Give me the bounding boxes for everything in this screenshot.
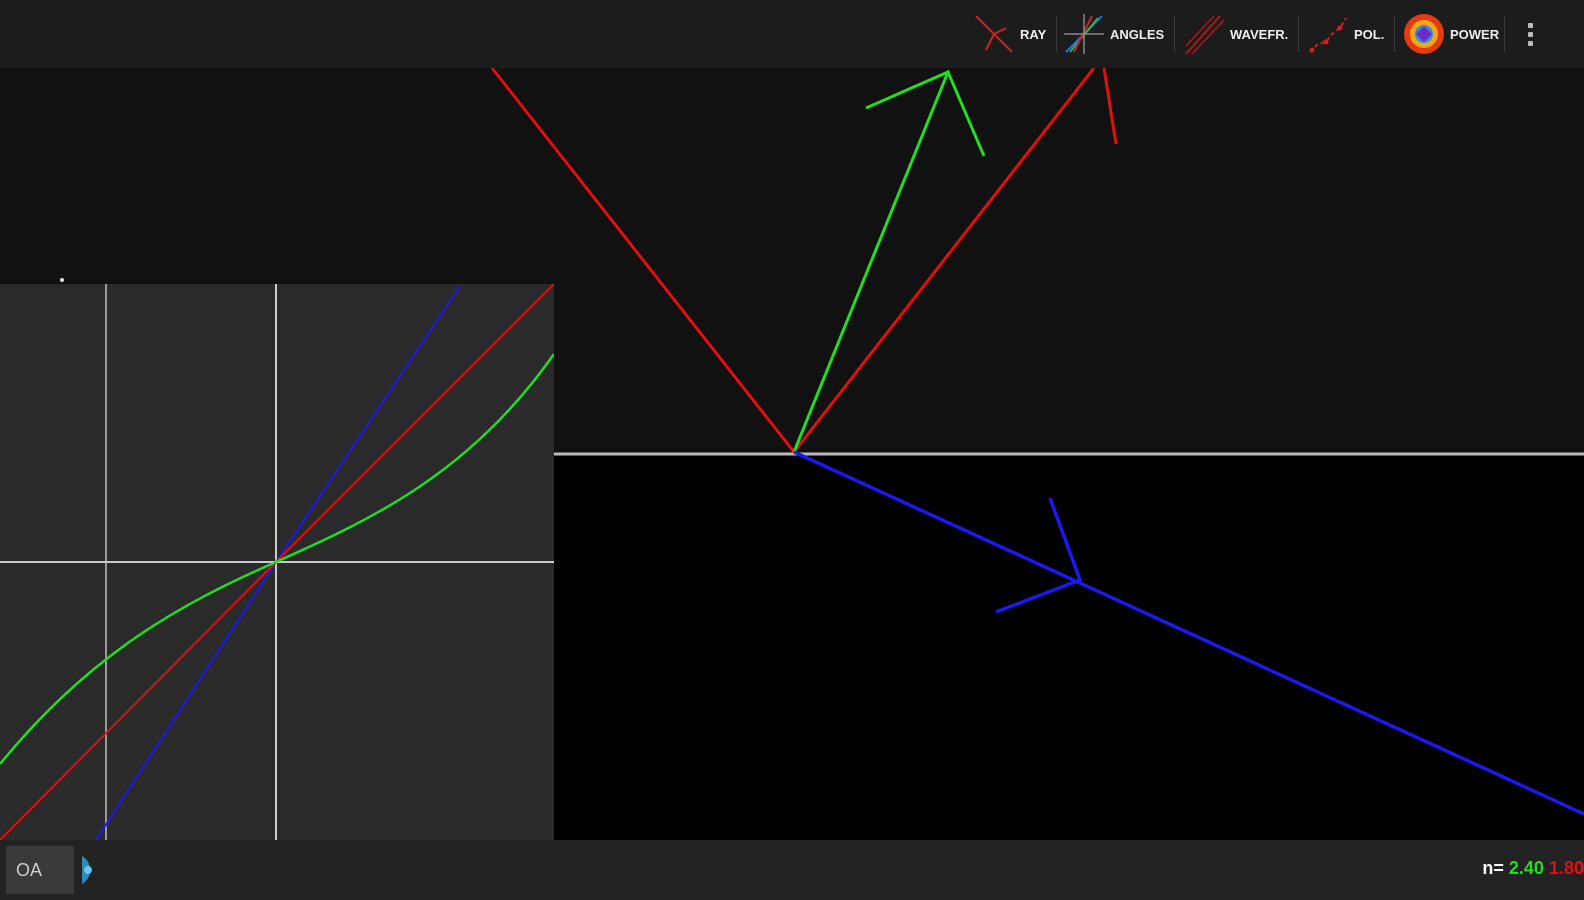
toolbar-divider — [1056, 16, 1057, 52]
transmitted-ray-arrowhead — [995, 497, 1083, 614]
angles-button[interactable]: ANGLES — [1062, 10, 1164, 58]
ray-icon — [975, 15, 1013, 53]
n2-value: 1.80 — [1548, 858, 1584, 878]
polarization-button-label: POL. — [1354, 26, 1385, 42]
reflected-ray-arrowhead — [1102, 68, 1118, 145]
wavefront-icon — [1185, 15, 1225, 55]
ordinary-ray — [792, 71, 950, 453]
toolbar-divider — [1298, 16, 1299, 52]
toolbar-divider — [1394, 16, 1395, 52]
optic-axis-button[interactable]: OA — [6, 846, 74, 894]
wavefront-button[interactable]: WAVEFR. — [1182, 10, 1288, 58]
bottom-bar: OA n= 2.40 1.80 — [0, 840, 1584, 900]
toolbar-divider — [1174, 16, 1175, 52]
toolbar-divider — [1504, 16, 1505, 52]
marker-dot — [60, 278, 64, 282]
toolbar: RAY ANGLES WAVEFR. POL. POWER — [0, 0, 1584, 68]
power-button[interactable]: POWER — [1402, 10, 1499, 58]
power-icon — [1404, 14, 1444, 54]
reflected-ray — [792, 68, 1096, 453]
ray-button-label: RAY — [1020, 26, 1047, 42]
rotation-knob-icon[interactable] — [78, 854, 104, 886]
overflow-menu-icon[interactable] — [1520, 14, 1540, 54]
polarization-button[interactable]: POL. — [1306, 10, 1384, 58]
ray-scene[interactable] — [0, 68, 1584, 840]
optic-axis-label: OA — [16, 859, 43, 880]
refractive-index-readout: n= 2.40 1.80 — [1482, 858, 1584, 879]
angles-icon — [1064, 14, 1104, 54]
n-prefix: n= — [1482, 858, 1504, 878]
ray-button[interactable]: RAY — [972, 10, 1046, 58]
polarization-icon — [1309, 17, 1347, 53]
ordinary-ray-arrowhead — [865, 70, 986, 157]
wavefront-button-label: WAVEFR. — [1230, 26, 1289, 42]
n1-value: 2.40 — [1508, 858, 1544, 878]
incident-ray — [490, 68, 796, 453]
power-button-label: POWER — [1450, 26, 1500, 42]
transmitted-ray — [793, 450, 1584, 816]
angles-button-label: ANGLES — [1110, 26, 1165, 42]
